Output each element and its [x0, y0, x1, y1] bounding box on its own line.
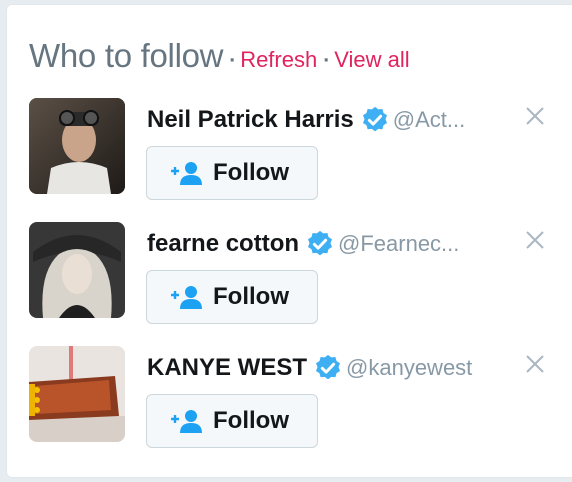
user-avatar[interactable] — [29, 222, 125, 318]
separator-dot: · — [229, 49, 237, 72]
widget-header: Who to follow · Refresh · View all — [29, 37, 410, 75]
user-name[interactable]: Neil Patrick Harris — [147, 106, 354, 133]
user-name-line: Neil Patrick Harris @Act... — [147, 102, 507, 138]
follow-button[interactable]: Follow — [146, 146, 318, 200]
user-name-line: fearne cotton @Fearnec... — [147, 226, 507, 262]
view-all-link[interactable]: View all — [334, 47, 409, 72]
suggested-user-item: Neil Patrick Harris @Act... Follow — [29, 98, 569, 200]
follow-button[interactable]: Follow — [146, 270, 318, 324]
verified-badge-icon — [316, 354, 341, 380]
follow-label: Follow — [213, 407, 289, 434]
suggested-user-item: fearne cotton @Fearnec... Follow — [29, 222, 569, 324]
close-icon[interactable] — [523, 352, 547, 376]
follow-button[interactable]: Follow — [146, 394, 318, 448]
suggested-user-item: KANYE WEST @kanyewest Follow — [29, 346, 569, 448]
user-handle: @Act... — [392, 107, 466, 132]
who-to-follow-card: Who to follow · Refresh · View all Neil … — [6, 4, 572, 478]
refresh-link[interactable]: Refresh — [240, 47, 317, 72]
verified-badge-icon — [308, 230, 333, 256]
user-name-line: KANYE WEST @kanyewest — [147, 350, 507, 386]
user-handle: @kanyewest — [346, 355, 473, 380]
user-avatar[interactable] — [29, 346, 125, 442]
close-icon[interactable] — [523, 104, 547, 128]
add-user-icon — [171, 162, 202, 185]
add-user-icon — [171, 410, 202, 433]
follow-label: Follow — [213, 283, 289, 310]
close-icon[interactable] — [523, 228, 547, 252]
user-name[interactable]: KANYE WEST — [147, 354, 307, 381]
separator-dot: · — [323, 49, 331, 72]
user-handle: @Fearnec... — [338, 231, 460, 256]
user-avatar[interactable] — [29, 98, 125, 194]
verified-badge-icon — [362, 106, 387, 132]
follow-label: Follow — [213, 159, 289, 186]
user-name[interactable]: fearne cotton — [147, 230, 299, 257]
widget-title: Who to follow — [29, 37, 224, 74]
add-user-icon — [171, 286, 202, 309]
